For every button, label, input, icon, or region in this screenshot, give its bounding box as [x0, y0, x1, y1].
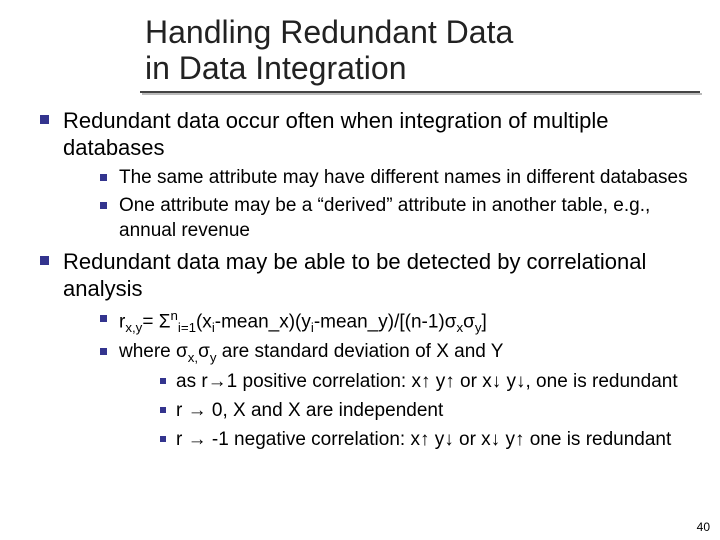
bullet-icon: [100, 348, 107, 355]
bullet-2a: rx,y= Σni=1(xi-mean_x)(yi-mean_y)/[(n-1)…: [100, 307, 690, 336]
f-sub-i1: i=1: [178, 320, 196, 335]
bullet-1-text: Redundant data occur often when integrat…: [63, 107, 690, 162]
bullet-icon: [160, 407, 166, 413]
bullet-icon: [160, 436, 166, 442]
bullet-2b2: r → 0, X and X are independent: [160, 399, 690, 424]
bullet-icon: [100, 315, 107, 322]
bullet-1a: The same attribute may have different na…: [100, 166, 690, 191]
bullet-2b1: as r→1 positive correlation: x↑ y↑ or x↓…: [160, 370, 690, 395]
f-sigma2: σ: [463, 311, 475, 332]
slide: Handling Redundant Data in Data Integrat…: [0, 0, 720, 540]
bullet-icon: [160, 378, 166, 384]
bullet-icon: [100, 202, 107, 209]
f-meany-denom: -mean_y)/[(n-1)σ: [314, 311, 457, 332]
bullet-2b1-text: as r→1 positive correlation: x↑ y↑ or x↓…: [176, 370, 678, 395]
f-eq-sigma: = Σ: [142, 311, 170, 332]
f-sub-xy: x,y: [125, 320, 142, 335]
bullet-icon: [40, 115, 49, 124]
f-meanx-y: -mean_x)(y: [215, 311, 311, 332]
std-dev-text: where σx,σy are standard deviation of X …: [119, 340, 503, 366]
bullet-1: Redundant data occur often when integrat…: [40, 107, 690, 162]
w-suby: y: [210, 350, 217, 365]
w-post: are standard deviation of X and Y: [217, 341, 504, 362]
bullet-2b: where σx,σy are standard deviation of X …: [100, 340, 690, 366]
f-open-x: (x: [196, 311, 212, 332]
slide-title-line2: in Data Integration: [145, 51, 690, 87]
slide-number: 40: [697, 520, 710, 534]
title-block: Handling Redundant Data in Data Integrat…: [145, 15, 690, 87]
bullet-2: Redundant data may be able to be detecte…: [40, 248, 690, 303]
f-close: ]: [482, 311, 487, 332]
w-sig: σ: [198, 341, 210, 362]
title-rule-shadow: [142, 93, 702, 95]
correlation-formula: rx,y= Σni=1(xi-mean_x)(yi-mean_y)/[(n-1)…: [119, 307, 487, 336]
bullet-2b3-text: r → -1 negative correlation: x↑ y↓ or x↓…: [176, 428, 671, 453]
f-sup-n: n: [170, 308, 177, 323]
bullet-2b2-text: r → 0, X and X are independent: [176, 399, 443, 424]
bullet-2-text: Redundant data may be able to be detecte…: [63, 248, 690, 303]
bullet-1a-text: The same attribute may have different na…: [119, 166, 688, 191]
bullet-icon: [40, 256, 49, 265]
bullet-2b3: r → -1 negative correlation: x↑ y↓ or x↓…: [160, 428, 690, 453]
bullet-1b-text: One attribute may be a “derived” attribu…: [119, 194, 690, 243]
w-subx: x,: [188, 350, 198, 365]
slide-title-line1: Handling Redundant Data: [145, 15, 690, 51]
f-sub-sy: y: [475, 320, 482, 335]
w-pre: where σ: [119, 341, 188, 362]
bullet-icon: [100, 174, 107, 181]
bullet-1b: One attribute may be a “derived” attribu…: [100, 194, 690, 243]
